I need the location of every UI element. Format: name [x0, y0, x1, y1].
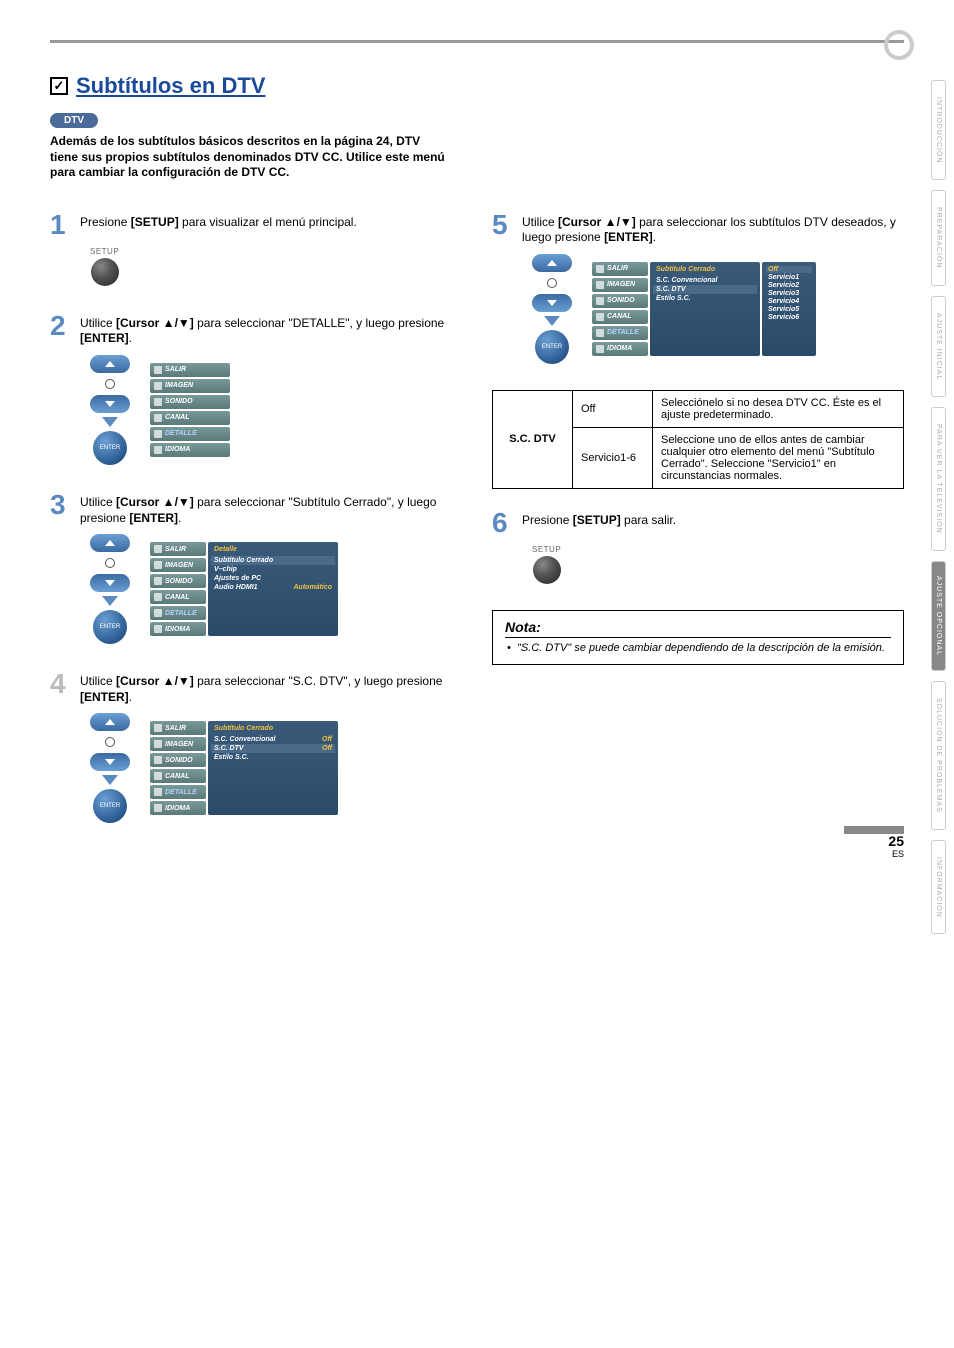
left-column: 1 Presione [SETUP] para visualizar el me…: [50, 211, 462, 850]
note-title: Nota:: [505, 619, 891, 638]
step-text: Presione [SETUP] para visualizar el menú…: [80, 211, 357, 231]
side-tab: PARA VER LA TELEVISIÓN: [931, 407, 946, 551]
menu-item: IMAGEN: [150, 379, 230, 393]
step-2-art: ENTER SALIR IMAGEN SONIDO CANAL DETALLE …: [90, 355, 462, 465]
screen-panel: Subtítulo Cerrado S.C. Convencional S.C.…: [650, 262, 816, 356]
menu-panel: SALIR IMAGEN SONIDO CANAL DETALLE IDIOMA: [150, 721, 206, 815]
side-tab: PREPARACIÓN: [931, 190, 946, 285]
menu-item-detalle: DETALLE: [150, 427, 230, 441]
step-3-art: ENTER SALIR IMAGEN SONIDO CANAL DETALLE …: [90, 534, 462, 644]
screen-panel: Subtítulo Cerrado S.C. ConvencionalOff S…: [208, 721, 338, 815]
down-button-icon: [90, 395, 130, 413]
intro-text: Además de los subtítulos básicos descrit…: [50, 134, 450, 181]
setup-button-art: SETUP: [532, 545, 561, 584]
side-tab: SOLUCIÓN DE PROBLEMAS: [931, 681, 946, 830]
description-table: S.C. DTV Off Selecciónelo si no desea DT…: [492, 390, 904, 489]
menu-item: IDIOMA: [150, 443, 230, 457]
columns: 1 Presione [SETUP] para visualizar el me…: [50, 211, 904, 850]
dtv-badge: DTV: [50, 113, 98, 128]
step-text: Utilice [Cursor ▲/▼] para seleccionar lo…: [522, 211, 904, 246]
enter-button-icon: ENTER: [93, 789, 127, 823]
enter-button-icon: ENTER: [535, 330, 569, 364]
up-button-icon: [90, 355, 130, 373]
enter-button-icon: ENTER: [93, 431, 127, 465]
step-number: 1: [50, 211, 70, 239]
right-column: 5 Utilice [Cursor ▲/▼] para seleccionar …: [492, 211, 904, 850]
nav-cluster: ENTER: [90, 534, 130, 644]
up-button-icon: [532, 254, 572, 272]
ring-icon: [105, 558, 115, 568]
title-text: Subtítulos en DTV: [76, 73, 265, 99]
step-text: Utilice [Cursor ▲/▼] para seleccionar "S…: [80, 670, 462, 705]
up-button-icon: [90, 534, 130, 552]
nav-cluster: ENTER: [90, 713, 130, 823]
table-value: Servicio1-6: [573, 427, 653, 488]
chevron-down-icon: [102, 775, 118, 785]
down-button-icon: [532, 294, 572, 312]
step-number: 6: [492, 509, 512, 537]
setup-label: SETUP: [90, 247, 119, 256]
step-3: 3 Utilice [Cursor ▲/▼] para seleccionar …: [50, 491, 462, 526]
step-6-art: SETUP: [532, 545, 904, 584]
step-1: 1 Presione [SETUP] para visualizar el me…: [50, 211, 462, 239]
step-2: 2 Utilice [Cursor ▲/▼] para seleccionar …: [50, 312, 462, 347]
ring-icon: [105, 737, 115, 747]
chevron-down-icon: [102, 417, 118, 427]
screen-panel: Detalle Subtítulo Cerrado V–chip Ajustes…: [208, 542, 338, 636]
enter-button-icon: ENTER: [93, 610, 127, 644]
step-text: Presione [SETUP] para salir.: [522, 509, 676, 529]
top-rule: [50, 40, 904, 43]
side-tab: AJUSTE INICIAL: [931, 296, 946, 397]
page-lang: ES: [844, 849, 904, 859]
side-tab: INTRODUCCIÓN: [931, 80, 946, 180]
step-text: Utilice [Cursor ▲/▼] para seleccionar "S…: [80, 491, 462, 526]
step-1-art: SETUP: [90, 247, 462, 286]
page-footer: 25 ES: [844, 826, 904, 859]
step-number: 4: [50, 670, 70, 698]
table-desc: Seleccione uno de ellos antes de cambiar…: [653, 427, 904, 488]
menu-panel: SALIR IMAGEN SONIDO CANAL DETALLE IDIOMA: [150, 363, 230, 457]
chevron-down-icon: [102, 596, 118, 606]
chevron-down-icon: [544, 316, 560, 326]
menu-panel: SALIR IMAGEN SONIDO CANAL DETALLE IDIOMA: [592, 262, 648, 356]
page-number: 25: [844, 833, 904, 849]
setup-circle-icon: [533, 556, 561, 584]
note-text: "S.C. DTV" se puede cambiar dependiendo …: [505, 642, 891, 654]
step-number: 5: [492, 211, 512, 239]
ring-icon: [547, 278, 557, 288]
menu-item: SONIDO: [150, 395, 230, 409]
setup-button-art: SETUP: [90, 247, 119, 286]
nav-cluster: ENTER: [532, 254, 572, 364]
note-box: Nota: "S.C. DTV" se puede cambiar depend…: [492, 610, 904, 665]
side-tab-active: AJUSTE OPCIONAL: [931, 561, 946, 671]
step-4: 4 Utilice [Cursor ▲/▼] para seleccionar …: [50, 670, 462, 705]
setup-label: SETUP: [532, 545, 561, 554]
menu-item: CANAL: [150, 411, 230, 425]
down-button-icon: [90, 574, 130, 592]
ring-icon: [105, 379, 115, 389]
step-5-art: ENTER SALIR IMAGEN SONIDO CANAL DETALLE …: [532, 254, 904, 364]
step-number: 2: [50, 312, 70, 340]
step-6: 6 Presione [SETUP] para salir.: [492, 509, 904, 537]
step-5: 5 Utilice [Cursor ▲/▼] para seleccionar …: [492, 211, 904, 246]
menu-item: SALIR: [150, 363, 230, 377]
section-title: ✓ Subtítulos en DTV: [50, 73, 904, 99]
step-4-art: ENTER SALIR IMAGEN SONIDO CANAL DETALLE …: [90, 713, 462, 823]
table-header: S.C. DTV: [493, 390, 573, 488]
table-desc: Selecciónelo si no desea DTV CC. Éste es…: [653, 390, 904, 427]
table-value: Off: [573, 390, 653, 427]
check-icon: ✓: [50, 77, 68, 95]
setup-circle-icon: [91, 258, 119, 286]
menu-panel: SALIR IMAGEN SONIDO CANAL DETALLE IDIOMA: [150, 542, 206, 636]
step-number: 3: [50, 491, 70, 519]
nav-cluster: ENTER: [90, 355, 130, 465]
up-button-icon: [90, 713, 130, 731]
side-tab: INFORMACIÓN: [931, 840, 946, 935]
side-tabs: INTRODUCCIÓN PREPARACIÓN AJUSTE INICIAL …: [931, 80, 946, 934]
step-text: Utilice [Cursor ▲/▼] para seleccionar "D…: [80, 312, 462, 347]
down-button-icon: [90, 753, 130, 771]
